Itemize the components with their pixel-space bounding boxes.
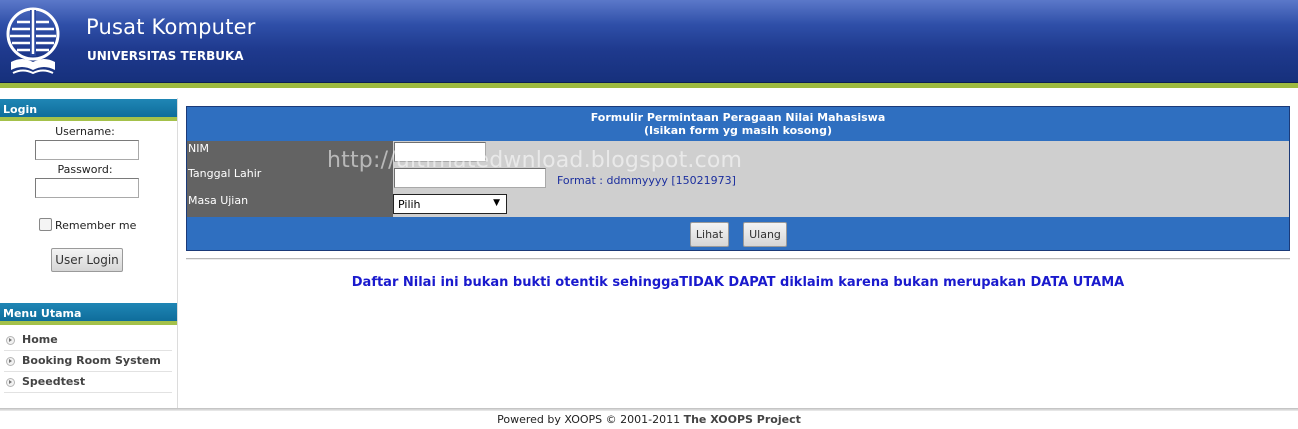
nim-label: NIM bbox=[188, 142, 209, 155]
user-login-button[interactable]: User Login bbox=[51, 248, 123, 272]
left-sidebar: Login Username: Password: Remember me Us… bbox=[0, 98, 178, 408]
form-title-line2: (Isikan form yg masih kosong) bbox=[643, 124, 833, 137]
site-slogan: UNIVERSITAS TERBUKA bbox=[87, 49, 244, 63]
menu-item-speedtest[interactable]: Speedtest bbox=[4, 372, 172, 393]
menu-item-label: Speedtest bbox=[22, 375, 86, 388]
view-button[interactable]: Lihat bbox=[690, 222, 729, 247]
chevron-right-icon bbox=[6, 357, 15, 366]
chevron-right-icon bbox=[6, 336, 15, 345]
form-title: Formulir Permintaan Peragaan Nilai Mahas… bbox=[187, 107, 1289, 141]
footer-divider bbox=[0, 408, 1298, 411]
menu-item-home[interactable]: Home bbox=[4, 330, 172, 351]
remember-me-label[interactable]: Remember me bbox=[55, 219, 136, 232]
exam-period-select[interactable]: Pilih ▼ bbox=[393, 194, 507, 214]
xoops-project-link[interactable]: The XOOPS Project bbox=[684, 413, 801, 426]
menu-item-booking-room-system[interactable]: Booking Room System bbox=[4, 351, 172, 372]
dropdown-arrow-icon: ▼ bbox=[493, 198, 500, 208]
reset-button[interactable]: Ulang bbox=[743, 222, 787, 247]
exam-period-selected: Pilih bbox=[398, 198, 421, 211]
dob-format-hint: Format : ddmmyyyy [15021973] bbox=[557, 174, 736, 187]
header-divider bbox=[0, 83, 1298, 88]
menu-item-label: Booking Room System bbox=[22, 354, 161, 367]
disclaimer-notice: Daftar Nilai ini bukan bukti otentik seh… bbox=[351, 275, 1125, 290]
form-actions-bar bbox=[187, 217, 1289, 250]
form-title-line1: Formulir Permintaan Peragaan Nilai Mahas… bbox=[590, 111, 886, 124]
username-label: Username: bbox=[55, 125, 115, 138]
login-block-title: Login bbox=[0, 99, 177, 121]
site-header: Pusat Komputer UNIVERSITAS TERBUKA bbox=[0, 0, 1298, 83]
content-divider bbox=[186, 258, 1290, 260]
password-input[interactable] bbox=[35, 178, 139, 198]
chevron-right-icon bbox=[6, 378, 15, 387]
grade-request-form: Formulir Permintaan Peragaan Nilai Mahas… bbox=[186, 106, 1290, 251]
exam-period-label: Masa Ujian bbox=[188, 194, 249, 207]
main-menu-title: Menu Utama bbox=[0, 303, 177, 325]
dob-label: Tanggal Lahir bbox=[188, 167, 262, 180]
universitas-terbuka-logo[interactable] bbox=[5, 4, 69, 78]
password-label: Password: bbox=[57, 163, 113, 176]
remember-me-checkbox[interactable] bbox=[39, 218, 52, 231]
footer-powered-by: Powered by XOOPS © 2001-2011 bbox=[497, 413, 681, 426]
watermark-text: http://ultimatedwnload.blogspot.com bbox=[327, 148, 743, 173]
menu-item-label: Home bbox=[22, 333, 58, 346]
site-name[interactable]: Pusat Komputer bbox=[86, 15, 256, 39]
username-input[interactable] bbox=[35, 140, 139, 160]
site-footer: Powered by XOOPS © 2001-2011 The XOOPS P… bbox=[0, 413, 1298, 426]
